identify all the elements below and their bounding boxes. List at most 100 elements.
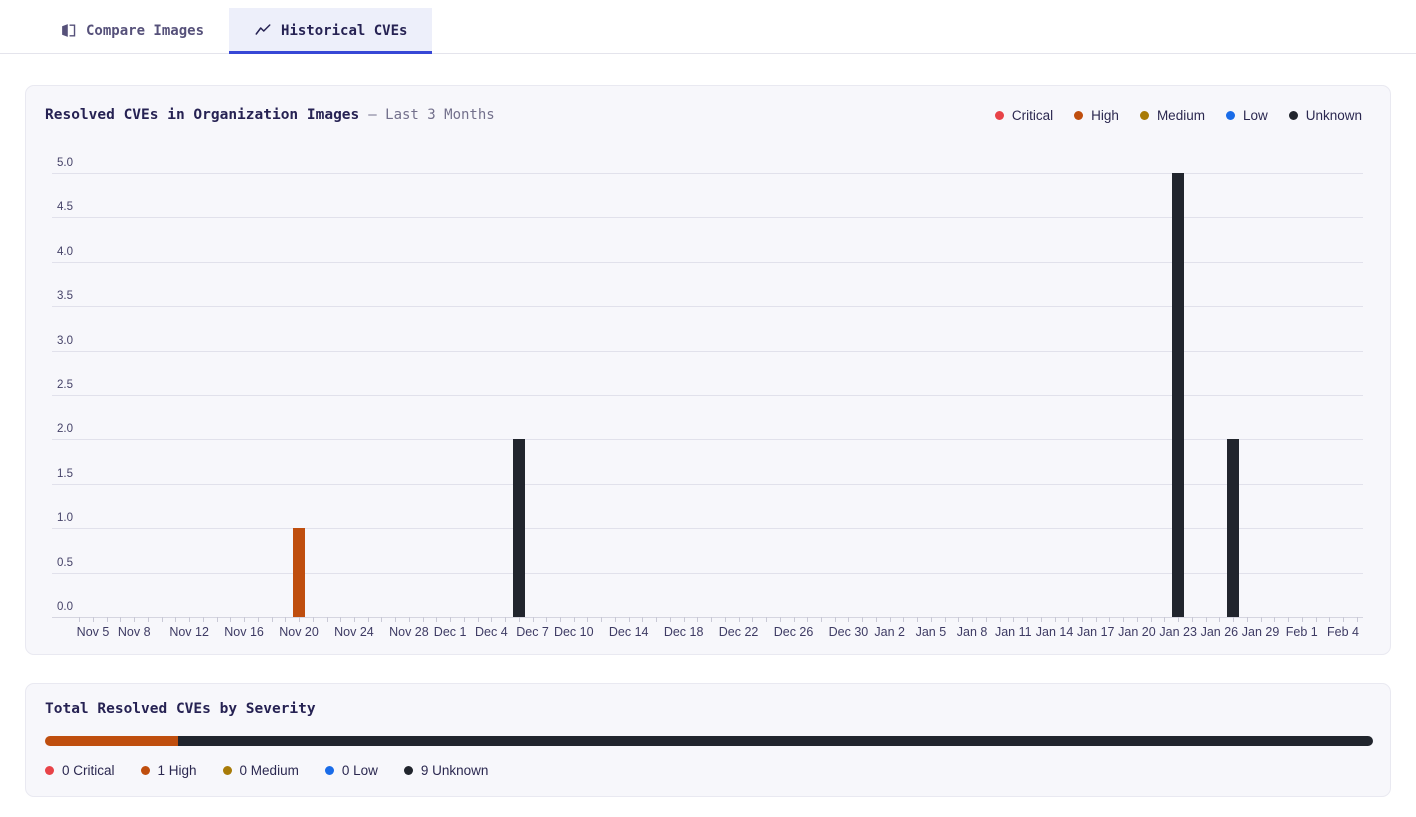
- tab-historical-cves[interactable]: Historical CVEs: [229, 8, 432, 53]
- x-axis-tick: [1068, 617, 1069, 622]
- y-axis-label: 2.0: [57, 423, 73, 435]
- x-axis-tick: [134, 617, 135, 622]
- gridline: [52, 173, 1363, 174]
- x-axis-tick: [807, 617, 808, 622]
- x-axis-tick: [972, 617, 973, 622]
- chart-title-wrap: Resolved CVEs in Organization Images — La…: [45, 106, 495, 124]
- x-axis-label: Nov 8: [103, 625, 165, 639]
- x-axis-tick: [821, 617, 822, 622]
- severity-segment-unknown[interactable]: [178, 736, 1373, 746]
- x-axis-tick: [107, 617, 108, 622]
- legend-item-high[interactable]: High: [1074, 108, 1119, 123]
- x-axis-tick: [1041, 617, 1042, 622]
- legend-item-low[interactable]: Low: [1226, 108, 1268, 123]
- x-axis-tick: [615, 617, 616, 622]
- summary-legend-item-high[interactable]: 1 High: [141, 763, 197, 778]
- summary-legend-item-medium-label: 0 Medium: [240, 763, 299, 778]
- x-axis-tick: [244, 617, 245, 622]
- x-axis-tick: [381, 617, 382, 622]
- x-axis-tick: [1123, 617, 1124, 622]
- x-axis-tick: [1137, 617, 1138, 622]
- x-axis-tick: [464, 617, 465, 622]
- gridline: [52, 262, 1363, 263]
- x-axis-tick: [1027, 617, 1028, 622]
- chart-bar[interactable]: [293, 528, 305, 617]
- y-axis-label: 4.5: [57, 201, 73, 213]
- x-axis-tick: [162, 617, 163, 622]
- x-axis-label: Feb 4: [1312, 625, 1374, 639]
- summary-legend-item-critical[interactable]: 0 Critical: [45, 763, 115, 778]
- x-axis-tick: [917, 617, 918, 622]
- summary-legend-item-medium[interactable]: 0 Medium: [223, 763, 299, 778]
- y-axis-label: 1.0: [57, 512, 73, 524]
- x-axis-tick: [340, 617, 341, 622]
- x-axis-tick: [697, 617, 698, 622]
- y-axis-label: 5.0: [57, 157, 73, 169]
- x-axis-label: Dec 18: [653, 625, 715, 639]
- chart-bar[interactable]: [1227, 439, 1239, 617]
- summary-legend-item-high-dot: [141, 766, 150, 775]
- chart-bar[interactable]: [1172, 173, 1184, 617]
- legend-item-critical[interactable]: Critical: [995, 108, 1053, 123]
- summary-legend-item-unknown-dot: [404, 766, 413, 775]
- x-axis-tick: [629, 617, 630, 622]
- tab-bar: Compare Images Historical CVEs: [0, 0, 1416, 54]
- x-axis-tick: [272, 617, 273, 622]
- summary-legend-item-critical-dot: [45, 766, 54, 775]
- x-axis-tick: [1096, 617, 1097, 622]
- severity-segment-high[interactable]: [45, 736, 178, 746]
- x-axis-tick: [1082, 617, 1083, 622]
- x-axis-label: Nov 24: [323, 625, 385, 639]
- chart-subtitle: — Last 3 Months: [368, 107, 494, 123]
- x-axis-tick: [1151, 617, 1152, 622]
- x-axis-label: Dec 14: [598, 625, 660, 639]
- compare-images-icon: [60, 22, 77, 39]
- x-axis-tick: [299, 617, 300, 622]
- x-axis-tick: [890, 617, 891, 622]
- x-axis-tick: [368, 617, 369, 622]
- legend-item-medium[interactable]: Medium: [1140, 108, 1205, 123]
- x-axis-tick: [958, 617, 959, 622]
- y-axis-label: 3.5: [57, 290, 73, 302]
- x-axis-tick: [642, 617, 643, 622]
- legend-item-high-label: High: [1091, 108, 1119, 123]
- gridline: [52, 617, 1363, 618]
- tab-compare-images[interactable]: Compare Images: [35, 8, 229, 53]
- y-axis-label: 2.5: [57, 379, 73, 391]
- chart-bar[interactable]: [513, 439, 525, 617]
- summary-legend-item-critical-label: 0 Critical: [62, 763, 115, 778]
- bar-chart-plot: 5.04.54.03.53.02.52.01.51.00.50.0Nov 5No…: [52, 173, 1363, 617]
- y-axis-label: 0.5: [57, 557, 73, 569]
- legend-item-high-dot: [1074, 111, 1083, 120]
- x-axis-label: Dec 10: [543, 625, 605, 639]
- x-axis-tick: [148, 617, 149, 622]
- summary-legend-item-low[interactable]: 0 Low: [325, 763, 378, 778]
- x-axis-tick: [79, 617, 80, 622]
- x-axis-label: Nov 16: [213, 625, 275, 639]
- x-axis-tick: [505, 617, 506, 622]
- x-axis-tick: [1288, 617, 1289, 622]
- x-axis-tick: [93, 617, 94, 622]
- x-axis-tick: [1013, 617, 1014, 622]
- x-axis-tick: [203, 617, 204, 622]
- x-axis-tick: [684, 617, 685, 622]
- legend-item-unknown-dot: [1289, 111, 1298, 120]
- legend-item-unknown[interactable]: Unknown: [1289, 108, 1362, 123]
- severity-summary-card: Total Resolved CVEs by Severity 0 Critic…: [25, 683, 1391, 797]
- x-axis-tick: [1233, 617, 1234, 622]
- x-axis-tick: [1219, 617, 1220, 622]
- summary-legend-item-unknown-label: 9 Unknown: [421, 763, 489, 778]
- legend-item-critical-dot: [995, 111, 1004, 120]
- x-axis-tick: [780, 617, 781, 622]
- x-axis-tick: [1357, 617, 1358, 622]
- historical-cves-chart-card: Resolved CVEs in Organization Images — La…: [25, 85, 1391, 655]
- x-axis-tick: [739, 617, 740, 622]
- chart-title: Resolved CVEs in Organization Images: [45, 107, 359, 123]
- x-axis-tick: [848, 617, 849, 622]
- x-axis-tick: [1247, 617, 1248, 622]
- summary-legend-item-low-label: 0 Low: [342, 763, 378, 778]
- summary-legend-item-unknown[interactable]: 9 Unknown: [404, 763, 489, 778]
- x-axis-tick: [450, 617, 451, 622]
- gridline: [52, 439, 1363, 440]
- x-axis-tick: [409, 617, 410, 622]
